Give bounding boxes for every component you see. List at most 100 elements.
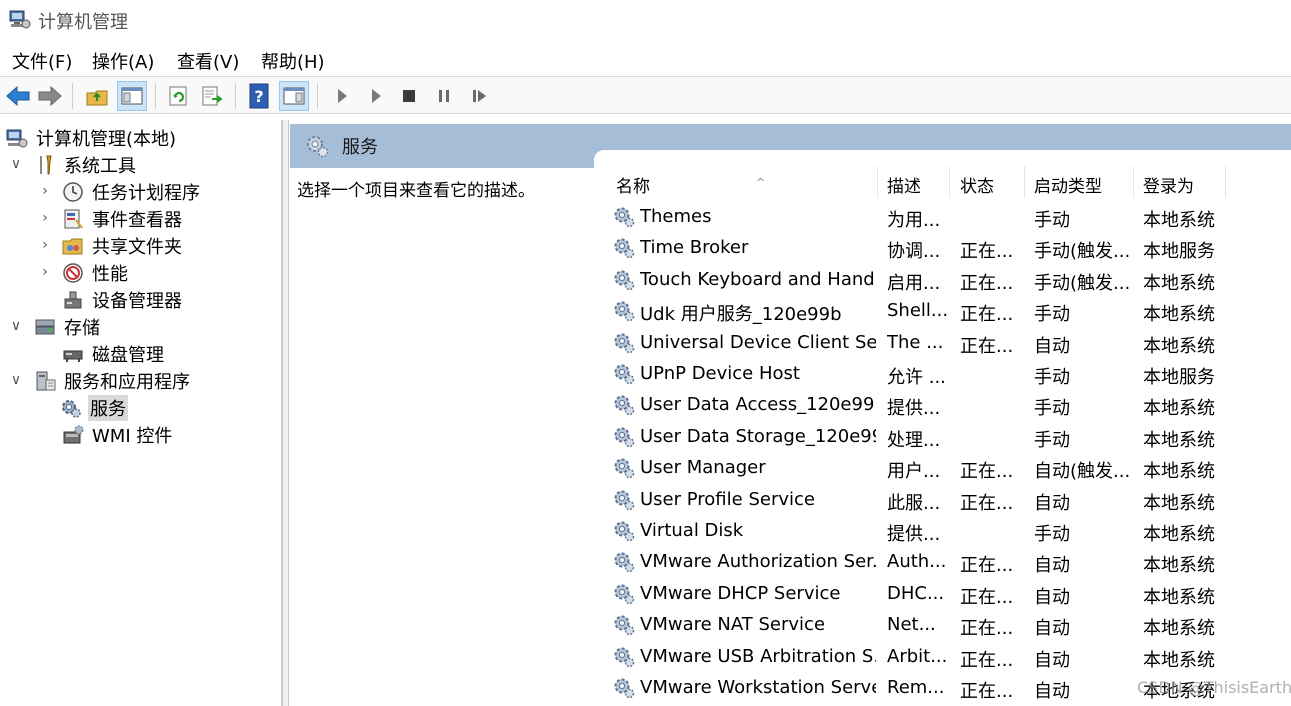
tree-item-task-scheduler[interactable]: 任务计划程序 [62, 179, 202, 205]
tree-item-disk-management[interactable]: 磁盘管理 [62, 341, 166, 367]
column-divider[interactable] [1133, 166, 1134, 198]
chevron-down-icon[interactable]: ∨ [9, 372, 23, 388]
service-status: 正在... [960, 555, 1014, 577]
help-button[interactable]: ? [244, 81, 274, 111]
performance-icon [63, 263, 83, 283]
column-header-description[interactable]: 描述 [887, 170, 947, 198]
start-service-alt-button[interactable] [361, 81, 391, 111]
chevron-right-icon[interactable]: › [38, 264, 52, 280]
tree-item-services[interactable]: 服务 [58, 395, 128, 421]
action-pane-button[interactable] [279, 81, 309, 111]
menu-file[interactable]: 文件(F) [12, 48, 72, 74]
pane-splitter[interactable] [283, 120, 289, 706]
service-logon-as: 本地系统 [1143, 492, 1215, 514]
tree-item-performance[interactable]: 性能 [62, 260, 130, 286]
column-header-logon-as[interactable]: 登录为 [1143, 170, 1233, 198]
table-row[interactable]: User Data Storage_120e99b 处理... 手动 本地系统 [594, 422, 1291, 453]
column-header-name[interactable]: 名称 ^ [616, 170, 876, 198]
gear-icon [614, 395, 635, 416]
action-pane-icon [283, 87, 305, 105]
gear-icon [614, 552, 635, 573]
forward-button[interactable] [35, 81, 65, 111]
tree-label: WMI 控件 [92, 426, 173, 447]
stop-service-button[interactable] [394, 81, 424, 111]
restart-service-button[interactable] [464, 81, 494, 111]
menu-help[interactable]: 帮助(H) [261, 48, 325, 74]
event-viewer-icon [64, 209, 83, 229]
service-startup-type: 手动 [1034, 429, 1070, 451]
column-divider[interactable] [949, 166, 950, 198]
column-divider[interactable] [1024, 166, 1025, 198]
service-startup-type: 手动(触发... [1034, 272, 1130, 294]
service-description: Rem... [887, 677, 945, 698]
table-row[interactable]: User Manager 用户... 正在... 自动(触发... 本地系统 [594, 453, 1291, 484]
refresh-icon [169, 86, 187, 106]
table-row[interactable]: VMware NAT Service Net... 正在... 自动 本地系统 [594, 610, 1291, 641]
service-description: 此服... [887, 492, 941, 514]
chevron-right-icon[interactable]: › [38, 237, 52, 253]
tree-item-shared-folders[interactable]: 共享文件夹 [62, 233, 184, 259]
tree-item-root[interactable]: 计算机管理(本地) [6, 125, 178, 151]
table-row[interactable]: Themes 为用... 手动 本地系统 [594, 202, 1291, 233]
tree-label: 服务和应用程序 [64, 372, 190, 393]
tree-item-wmi-control[interactable]: WMI 控件 [62, 422, 174, 448]
menu-action[interactable]: 操作(A) [92, 48, 154, 74]
table-row[interactable]: Udk 用户服务_120e99b Shell... 正在... 手动 本地系统 [594, 296, 1291, 327]
help-icon: ? [249, 83, 269, 109]
tree-item-storage[interactable]: 存储 [34, 314, 102, 340]
table-row[interactable]: Virtual Disk 提供... 手动 本地系统 [594, 516, 1291, 547]
table-row[interactable]: User Profile Service 此服... 正在... 自动 本地系统 [594, 485, 1291, 516]
show-hide-tree-button[interactable] [117, 81, 147, 111]
service-status: 正在... [960, 335, 1014, 357]
service-logon-as: 本地系统 [1143, 586, 1215, 608]
tree-item-event-viewer[interactable]: 事件查看器 [62, 206, 184, 232]
pause-service-button[interactable] [429, 81, 459, 111]
chevron-down-icon[interactable]: ∨ [9, 156, 23, 172]
table-row[interactable]: User Data Access_120e99b 提供... 手动 本地系统 [594, 390, 1291, 421]
service-description: 处理... [887, 429, 941, 451]
tree-item-services-and-applications[interactable]: 服务和应用程序 [34, 368, 192, 394]
column-divider[interactable] [1225, 166, 1226, 198]
table-row[interactable]: VMware DHCP Service DHC... 正在... 自动 本地系统 [594, 579, 1291, 610]
table-row[interactable]: UPnP Device Host 允许 ... 手动 本地服务 [594, 359, 1291, 390]
service-name: Touch Keyboard and Hand... [640, 268, 876, 290]
up-level-button[interactable] [82, 81, 112, 111]
column-header-startup-type[interactable]: 启动类型 [1034, 170, 1134, 198]
service-name: User Data Access_120e99b [640, 394, 876, 416]
tree-label: 磁盘管理 [92, 345, 164, 366]
sort-ascending-icon: ^ [756, 176, 766, 189]
tree-label: 性能 [92, 264, 128, 285]
service-description: 为用... [887, 210, 941, 231]
table-row[interactable]: VMware Authorization Ser... Auth... 正在... 自… [594, 547, 1291, 578]
table-row[interactable]: Universal Device Client Ser... The ... 正在.… [594, 328, 1291, 359]
column-header-status[interactable]: 状态 [960, 170, 1020, 198]
gear-icon [614, 238, 635, 259]
service-description: Net... [887, 614, 936, 636]
table-row[interactable]: Touch Keyboard and Hand... 启用... 正在... 手动(触… [594, 265, 1291, 296]
tree-item-device-manager[interactable]: 设备管理器 [62, 287, 184, 313]
back-icon [6, 85, 30, 107]
service-status: 正在... [960, 492, 1014, 514]
back-button[interactable] [3, 81, 33, 111]
tree-label: 共享文件夹 [92, 237, 182, 258]
services-list: 名称 ^ 描述 状态 启动类型 登录为 Themes 为用... 手动 本地系统 Tim… [594, 150, 1291, 706]
refresh-button[interactable] [164, 81, 194, 111]
chevron-right-icon[interactable]: › [38, 183, 52, 199]
gear-icon [614, 364, 635, 385]
gear-icon [614, 584, 635, 605]
tree-item-system-tools[interactable]: 系统工具 [34, 152, 138, 178]
service-name: VMware Authorization Ser... [640, 551, 876, 573]
start-service-button[interactable] [327, 81, 357, 111]
chevron-right-icon[interactable]: › [38, 210, 52, 226]
chevron-down-icon[interactable]: ∨ [9, 318, 23, 334]
export-list-button[interactable] [197, 81, 227, 111]
gear-icon [614, 490, 635, 510]
table-row[interactable]: Time Broker 协调... 正在... 手动(触发... 本地服务 [594, 233, 1291, 264]
service-name: User Profile Service [640, 488, 815, 510]
table-row[interactable]: VMware USB Arbitration S... Arbit... 正在...… [594, 642, 1291, 673]
menu-view[interactable]: 查看(V) [177, 48, 239, 74]
service-logon-as: 本地服务 [1143, 241, 1215, 263]
column-divider[interactable] [877, 166, 878, 198]
toolbar-separator [72, 83, 73, 109]
service-description: 用户... [887, 461, 941, 483]
